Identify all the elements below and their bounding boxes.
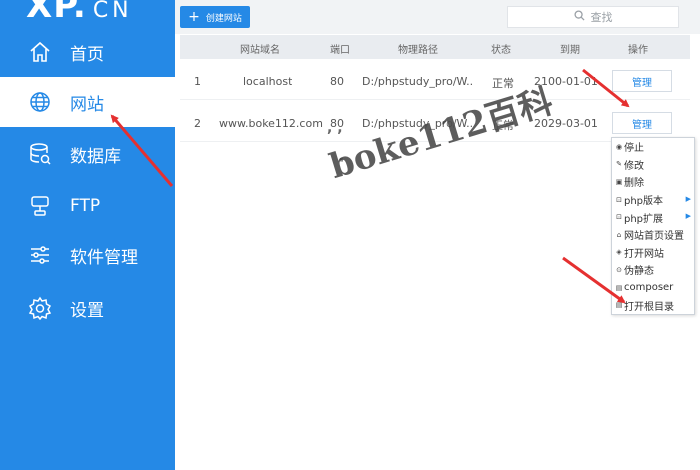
ftp-server-icon [26, 192, 54, 220]
menu-item-label: 网站首页设置 [624, 231, 684, 243]
menu-item-label: php扩展 [624, 213, 664, 225]
row-path: D:/phpstudy_pro/W... [362, 75, 474, 88]
sidebar-item-label: 软件管理 [70, 247, 138, 268]
stop-icon: ◉ [615, 142, 623, 151]
database-icon [26, 140, 54, 168]
site-context-menu: ◉ 停止 ✎ 修改 ▣ 删除 ⊡ php版本 ▶ ⊡ php扩展 ▶ ⌂ 网站首页设置 ◈ 打开网… [611, 137, 695, 315]
menu-item-php-extension[interactable]: ⊡ php扩展 ▶ [612, 208, 694, 226]
sidebar-item-ftp[interactable]: FTP [0, 181, 175, 231]
sidebar-item-label: 设置 [70, 300, 104, 321]
sidebar: XP. CN 首页 网站 数据库 FTP 软件管理 设置 [0, 0, 175, 470]
sidebar-item-label: 网站 [70, 94, 104, 115]
create-site-label: 创建网站 [205, 13, 242, 24]
column-header: 操作 [628, 45, 648, 56]
row-index: 2 [194, 117, 201, 130]
table-row: 1 localhost 80 D:/phpstudy_pro/W... 正常 2… [180, 62, 690, 100]
php-extension-icon: ⊡ [616, 213, 622, 222]
sidebar-item-label: FTP [70, 196, 101, 216]
sidebar-item-settings[interactable]: 设置 [0, 283, 175, 333]
menu-item-label: 伪静态 [624, 266, 654, 278]
row-port: 80 [330, 117, 344, 130]
column-header: 端口 [330, 45, 350, 56]
edit-icon: ✎ [616, 160, 622, 169]
gear-icon [26, 294, 54, 322]
row-status: 正常 [492, 119, 514, 132]
homepage-settings-icon: ⌂ [616, 230, 622, 239]
submenu-arrow-icon: ▶ [685, 194, 691, 203]
column-header: 到期 [560, 45, 580, 56]
brand-xp: XP. [26, 0, 87, 26]
toolbar: + 创建网站 查找 [175, 0, 700, 34]
sidebar-item-home[interactable]: 首页 [0, 27, 175, 77]
sidebar-item-label: 首页 [70, 44, 104, 65]
menu-item-label: composer [624, 282, 674, 294]
menu-item-open-root[interactable]: ▤ 打开根目录 [612, 296, 694, 314]
menu-item-label: 修改 [624, 160, 644, 172]
menu-item-delete[interactable]: ▣ 删除 [612, 173, 694, 191]
sidebar-item-websites[interactable]: 网站 [0, 77, 175, 127]
search-placeholder: 查找 [590, 11, 613, 24]
globe-icon [26, 88, 54, 116]
brand-logo: XP. CN [26, 0, 133, 26]
home-icon [26, 38, 54, 66]
menu-item-label: 删除 [624, 178, 644, 190]
static-icon: ⊙ [616, 265, 622, 274]
search-input[interactable]: 查找 [507, 6, 679, 28]
create-site-button[interactable]: + 创建网站 [180, 6, 250, 28]
row-port: 80 [330, 75, 344, 88]
sidebar-item-database[interactable]: 数据库 [0, 129, 175, 179]
column-header: 物理路径 [398, 45, 438, 56]
menu-item-label: 停止 [624, 143, 644, 155]
row-path: D:/phpstudy_pro/W... [362, 117, 474, 130]
manage-button[interactable]: 管理 [612, 112, 672, 134]
brand-cn: CN [92, 0, 133, 23]
sliders-icon [26, 241, 54, 269]
row-expiry: 2100-01-01 [534, 75, 598, 88]
submenu-arrow-icon: ▶ [685, 212, 691, 221]
row-expiry: 2029-03-01 [534, 117, 598, 130]
manage-button[interactable]: 管理 [612, 70, 672, 92]
plus-icon: + [188, 9, 200, 25]
menu-item-stop[interactable]: ◉ 停止 [612, 138, 694, 156]
composer-icon: ▤ [615, 283, 623, 292]
sidebar-item-label: 数据库 [70, 146, 121, 167]
menu-item-label: php版本 [624, 196, 664, 208]
table-header: 网站域名 端口 物理路径 状态 到期 操作 [180, 35, 690, 59]
open-site-icon: ◈ [616, 248, 622, 257]
row-status: 正常 [492, 77, 514, 90]
column-header: 网站域名 [240, 45, 280, 56]
folder-icon: ▤ [615, 301, 623, 310]
menu-item-open-site[interactable]: ◈ 打开网站 [612, 244, 694, 262]
menu-item-label: 打开网站 [624, 248, 664, 260]
row-index: 1 [194, 75, 201, 88]
menu-item-edit[interactable]: ✎ 修改 [612, 156, 694, 174]
column-header: 状态 [491, 45, 511, 56]
sidebar-item-software[interactable]: 软件管理 [0, 230, 175, 280]
menu-item-homepage-settings[interactable]: ⌂ 网站首页设置 [612, 226, 694, 244]
row-domain: localhost [243, 75, 293, 88]
search-icon [573, 10, 585, 24]
menu-item-composer[interactable]: ▤ composer [612, 279, 694, 297]
menu-item-label: 打开根目录 [624, 301, 674, 313]
menu-item-php-version[interactable]: ⊡ php版本 ▶ [612, 191, 694, 209]
php-version-icon: ⊡ [616, 195, 622, 204]
row-domain: www.boke112.com [219, 117, 323, 130]
menu-item-rewrite[interactable]: ⊙ 伪静态 [612, 261, 694, 279]
trash-icon: ▣ [615, 177, 623, 186]
